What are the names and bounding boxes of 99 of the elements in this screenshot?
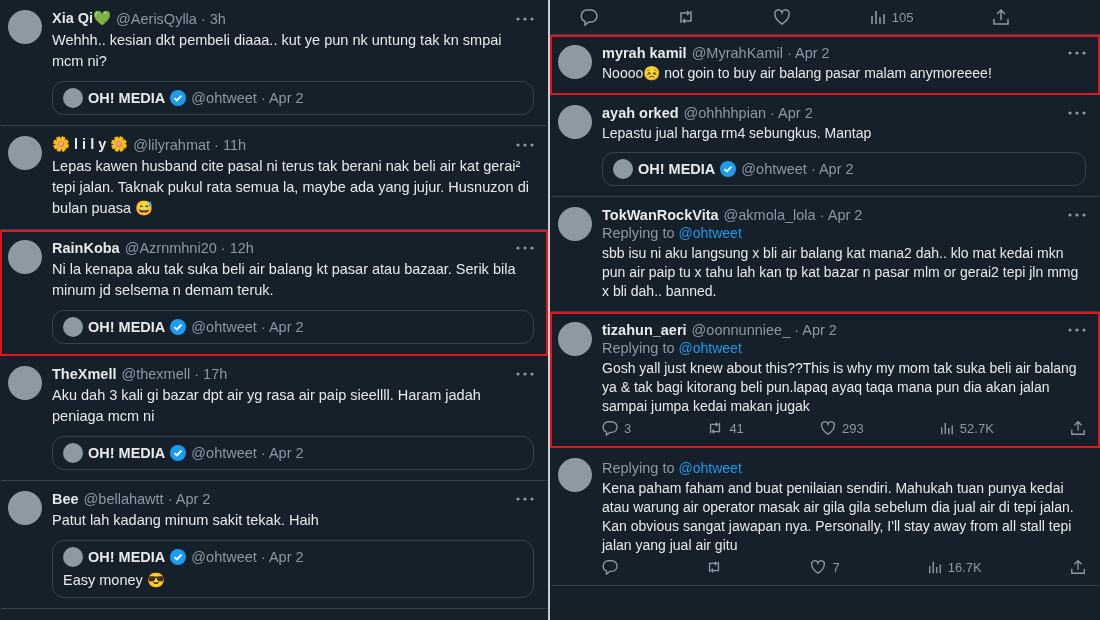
speech-bubble-icon — [580, 8, 598, 26]
replying-label: Replying to — [602, 460, 675, 476]
avatar[interactable] — [8, 366, 42, 400]
replying-label: Replying to — [602, 225, 675, 241]
more-icon[interactable] — [516, 16, 534, 21]
user-name[interactable]: TokWanRockVita — [602, 207, 719, 223]
more-icon[interactable] — [1068, 51, 1086, 55]
avatar — [63, 443, 83, 463]
speech-bubble-icon — [602, 559, 618, 575]
quoted-tweet[interactable]: OH! MEDIA @ohtweet · Apr 2 — [602, 152, 1086, 186]
more-icon[interactable] — [1068, 328, 1086, 332]
handle-and-time: @akmola_lola · Apr 2 — [723, 207, 863, 223]
reply-button[interactable]: 3 — [602, 420, 632, 436]
user-name[interactable]: myrah kamil — [602, 45, 687, 61]
quoted-tweet[interactable]: OH! MEDIA @ohtweet · Apr 2 Easy money 😎 — [52, 540, 534, 598]
reply-button[interactable] — [580, 8, 598, 26]
handle-and-time: @AerisQylla · 3h — [116, 10, 226, 27]
reply-button[interactable] — [602, 559, 618, 575]
heart-icon — [773, 8, 792, 26]
user-name[interactable]: ayah orked — [602, 105, 679, 121]
speech-bubble-icon — [602, 420, 618, 436]
user-name[interactable]: Bee — [52, 491, 79, 507]
share-icon — [991, 8, 1010, 26]
views-button[interactable]: 105 — [869, 8, 914, 26]
replying-label: Replying to — [602, 340, 675, 356]
avatar[interactable] — [8, 136, 42, 170]
handle-and-time: @oonnunniee_ · Apr 2 — [691, 322, 837, 338]
mention-link[interactable]: @ohtweet — [678, 225, 742, 241]
handle-and-time: @Azrnmhni20 · 12h — [124, 240, 254, 256]
bar-chart-icon — [869, 9, 886, 25]
handle-and-time: @ohtweet · Apr 2 — [191, 445, 304, 461]
share-icon — [1069, 420, 1086, 436]
tweet-text: Patut lah kadang minum sakit tekak. Haih — [52, 511, 320, 530]
avatar[interactable] — [8, 491, 42, 525]
more-icon[interactable] — [516, 372, 534, 376]
handle-and-time: @ohhhhpian · Apr 2 — [683, 105, 813, 121]
tweet-text: Easy money 😎 — [63, 571, 166, 590]
share-button[interactable] — [1069, 559, 1086, 575]
retweet-button[interactable]: 41 — [707, 420, 744, 436]
tweet-text: Kena paham faham and buat penilaian sendiri. Mahukah tuan punya kedai atau warung air operator masak air gila gila sebelum dia jual air di tepi jalan. Kan obvious sangat jawapan nya. Personally, I'll stay away from all stall tepi jalan yang jual air gitu — [602, 479, 1075, 555]
avatar — [63, 547, 83, 567]
tweet-text: sbb isu ni aku langsung x bli air balang kat mana2 dah.. klo mat kedai mkn pun air paip tu x tahu lah kan tp kat bazar n pasar mlm or gerai2 tepi jln mmg x bli dah.. banned. — [602, 244, 1080, 301]
avatar[interactable] — [558, 207, 592, 241]
views-button[interactable]: 16.7K — [927, 559, 982, 575]
user-name: OH! MEDIA — [88, 445, 166, 461]
share-icon — [1069, 559, 1086, 575]
tweet-text: Aku dah 3 kali gi bazar dpt air yg rasa air paip sieellll. Haram jadah peniaga mcm ni — [52, 386, 482, 426]
mention-link[interactable]: @ohtweet — [678, 460, 742, 476]
quoted-tweet[interactable]: OH! MEDIA @ohtweet · Apr 2 — [52, 81, 534, 115]
heart-icon — [810, 559, 827, 575]
avatar[interactable] — [8, 10, 42, 44]
handle-and-time: @MyrahKamil · Apr 2 — [691, 45, 830, 61]
handle-and-time: @ohtweet · Apr 2 — [191, 549, 304, 565]
mention-link[interactable]: @ohtweet — [678, 340, 742, 356]
views-button[interactable]: 52.7K — [939, 420, 994, 436]
quoted-tweet[interactable]: OH! MEDIA @ohtweet · Apr 2 — [52, 436, 534, 470]
user-name[interactable]: Xia Qi💚 — [52, 10, 112, 27]
like-button[interactable] — [773, 8, 792, 26]
avatar[interactable] — [8, 240, 42, 274]
avatar — [63, 317, 83, 337]
user-name: OH! MEDIA — [88, 549, 166, 565]
like-button[interactable]: 293 — [820, 420, 864, 436]
more-icon[interactable] — [516, 142, 534, 147]
user-name: OH! MEDIA — [88, 319, 166, 335]
avatar[interactable] — [558, 458, 592, 492]
tweet-text: Lepas kawen husband cite pasal ni terus tak berani nak beli air kat gerai² tepi jalan. Taknak pukul rata semua la, maybe ada yang jujur. Husnuzon di bulan puasa 😅 — [52, 157, 530, 218]
handle-and-time: @bellahawtt · Apr 2 — [83, 491, 211, 507]
tweet-text: Gosh yall just knew about this??This is why my mom tak suka beli air balang ya & tak bagi kitorang beli pun.lapaq ayaq taqa mana pun dia akan jalan sampai jumpa kedai makan jugak — [602, 359, 1078, 416]
handle-and-time: @ohtweet · Apr 2 — [741, 161, 854, 177]
user-name[interactable]: 🌼 l i l y 🌼 — [52, 136, 129, 153]
handle-and-time: @ohtweet · Apr 2 — [191, 319, 304, 335]
avatar — [613, 159, 633, 179]
quoted-tweet[interactable]: OH! MEDIA @ohtweet · Apr 2 — [52, 310, 534, 344]
tweet-text: Lepastu jual harga rm4 sebungkus. Mantap — [602, 124, 873, 143]
heart-icon — [820, 420, 836, 436]
user-name[interactable]: tizahun_aeri — [602, 322, 687, 338]
tweet-text: Ni la kenapa aku tak suka beli air balang kt pasar atau bazaar. Serik bila minum jd selsema n demam teruk. — [52, 260, 517, 300]
bar-chart-icon — [939, 421, 954, 435]
handle-and-time: @thexmell · 17h — [121, 366, 228, 382]
more-icon[interactable] — [1068, 213, 1086, 217]
like-button[interactable]: 7 — [810, 559, 840, 575]
more-icon[interactable] — [516, 246, 534, 250]
bar-chart-icon — [927, 560, 942, 574]
avatar[interactable] — [558, 322, 592, 356]
handle-and-time: @ohtweet · Apr 2 — [191, 90, 304, 106]
tweet-text: Noooo😣 not goin to buy air balang pasar malam anymoreeee! — [602, 64, 993, 83]
tweet-text: Wehhh.. kesian dkt pembeli diaaa.. kut ye pun nk untung tak kn smpai mcm ni? — [52, 31, 503, 71]
user-name: OH! MEDIA — [638, 161, 716, 177]
avatar — [63, 88, 83, 108]
avatar[interactable] — [558, 105, 592, 139]
user-name[interactable]: RainKoba — [52, 240, 120, 256]
more-icon[interactable] — [1068, 111, 1086, 115]
share-button[interactable] — [991, 8, 1010, 26]
handle-and-time: @lilyrahmat · 11h — [133, 136, 247, 153]
avatar[interactable] — [558, 45, 592, 79]
user-name: OH! MEDIA — [88, 90, 166, 106]
user-name[interactable]: TheXmell — [52, 366, 117, 382]
more-icon[interactable] — [516, 497, 534, 501]
share-button[interactable] — [1069, 420, 1086, 436]
